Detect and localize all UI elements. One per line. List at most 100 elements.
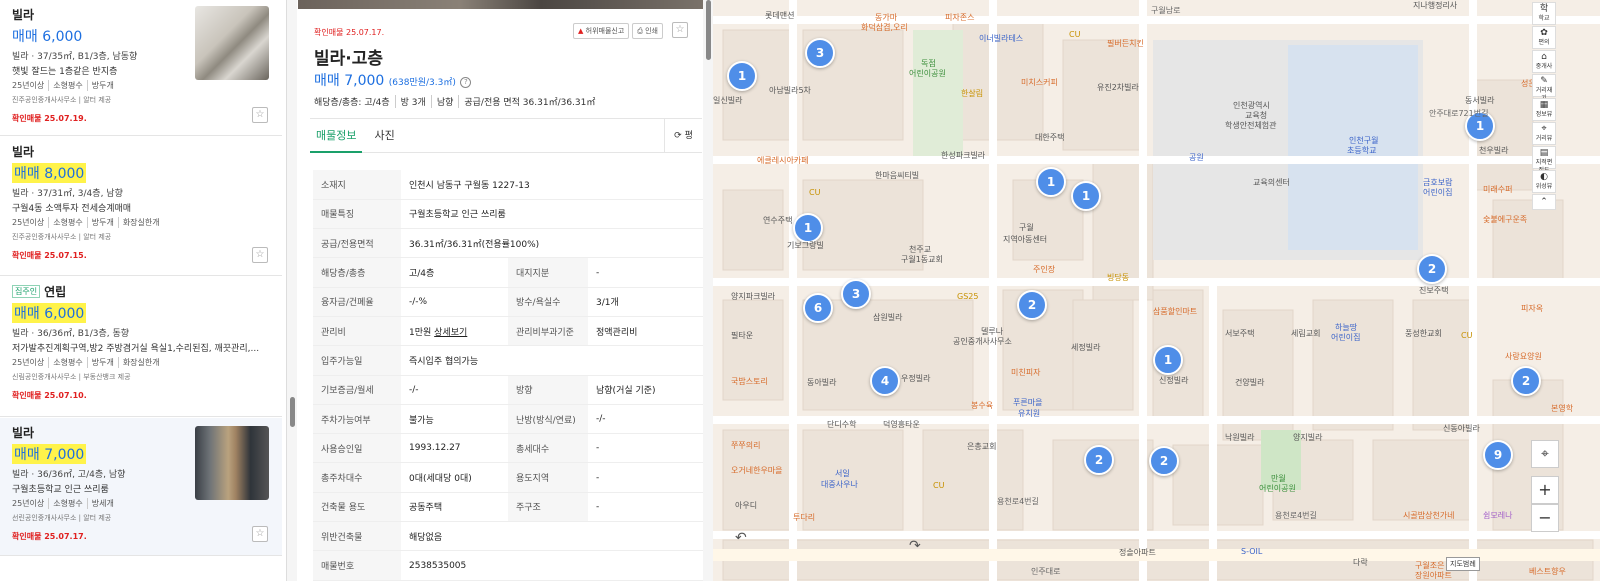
info-icon[interactable]: ? <box>460 77 472 88</box>
listing-info-table: 소재지 인천시 남동구 구월동 1227-13 매물특징 구월초등학교 인근 쓰… <box>313 170 703 581</box>
map-label: 미친피자 <box>1011 368 1041 377</box>
agent-tool-button[interactable]: ⌂ 중개사 <box>1532 50 1556 73</box>
map-label: 롯데맨션 <box>765 11 795 20</box>
map-label: 동아빌라 <box>807 378 837 387</box>
map-view[interactable]: 1 3 1 1 1 2 3 6 2 1 4 1 2 2 9 2 1 롯데맨션 동… <box>713 0 1600 581</box>
cadastral-tool-button[interactable]: ▤지적편집도 <box>1532 146 1556 174</box>
listing-cluster-marker[interactable]: 6 <box>803 293 833 323</box>
school-tool-button[interactable]: 학 학교 <box>1532 2 1556 25</box>
map-label: 어린이공원 <box>1259 484 1296 493</box>
favorite-star-icon[interactable]: ☆ <box>252 107 268 123</box>
table-row: 해당층/총층 고/4층 대지지분 - <box>313 257 703 288</box>
unit-toggle-button[interactable]: ⟳ 평 <box>664 119 702 153</box>
listing-cluster-marker[interactable]: 1 <box>727 61 757 91</box>
map-label: 본영학 <box>1551 404 1574 413</box>
map-label: 용천로4번길 <box>1275 511 1317 520</box>
map-label: 단디수학 <box>827 420 857 429</box>
list-scrollbar-thumb[interactable] <box>290 397 295 427</box>
zoom-out-button[interactable]: − <box>1531 504 1559 532</box>
map-label: 구월남로 <box>1151 6 1181 15</box>
collapse-tools-button[interactable]: ⌃ <box>1532 194 1556 210</box>
distance-tool-button[interactable]: ✎거리재기 <box>1532 74 1556 102</box>
map-label: 푸른마을 <box>1013 398 1043 407</box>
table-row: 사용승인일 1993.12.27 총세대수 - <box>313 433 703 464</box>
listing-confirmed: 확인매물 25.07.19. <box>12 114 87 123</box>
detail-scrollbar-thumb[interactable] <box>706 0 711 60</box>
listing-card[interactable]: 집주인 연립 매매 6,000 빌라 · 36/36㎡, B1/3층, 동향 저… <box>0 277 282 417</box>
info-key: 용도지역 <box>508 462 588 493</box>
info-key: 난방(방식/연료) <box>508 404 588 435</box>
zoom-in-button[interactable]: + <box>1531 476 1559 504</box>
map-label: 사랑요양원 <box>1505 352 1542 361</box>
convenience-tool-button[interactable]: ✿ 편의 <box>1532 26 1556 49</box>
report-label: 허위매물신고 <box>585 27 625 35</box>
tag: 소형평수 <box>48 357 86 368</box>
listing-cluster-marker[interactable]: 2 <box>1149 446 1179 476</box>
listing-cluster-marker[interactable]: 1 <box>1036 167 1066 197</box>
street-view-tool-button[interactable]: ⌖ 거리뷰 <box>1532 122 1556 145</box>
listing-type: 연립 <box>44 285 67 299</box>
listing-thumbnail[interactable] <box>195 426 269 500</box>
info-value: 1만원 상세보기 <box>401 316 508 347</box>
map-label: 어린이공원 <box>909 69 946 78</box>
redo-icon[interactable]: ↷ <box>909 538 921 554</box>
map-label: 구월 <box>1019 223 1034 232</box>
map-label: 쉼모레나 <box>1483 511 1513 520</box>
favorite-star-icon[interactable]: ☆ <box>672 22 688 38</box>
listing-agent: 신림공인중개사사무소 | 부동산뱅크 제공 <box>12 373 131 381</box>
info-value: - <box>588 492 703 523</box>
map-label: 진보주택 <box>1419 286 1449 295</box>
tab-photos[interactable]: 사진 <box>368 119 400 153</box>
listing-card[interactable]: 빌라 매매 8,000 빌라 · 37/31㎡, 3/4층, 남향 구월4동 소… <box>0 137 282 276</box>
list-scrollbar[interactable] <box>287 0 297 581</box>
info-value: -/-% <box>401 287 508 317</box>
info-value: 불가능 <box>401 404 508 435</box>
map-label: 한마음씨티빌 <box>875 171 920 180</box>
tab-listing-info[interactable]: 매물정보 <box>310 119 363 153</box>
info-key: 주구조 <box>508 492 588 523</box>
listing-cluster-marker[interactable]: 4 <box>870 366 900 396</box>
detail-photo[interactable] <box>298 0 703 9</box>
my-location-button[interactable]: ⌖ <box>1531 440 1559 468</box>
map-label: 정솔아파트 <box>1119 548 1156 557</box>
map-label: 피자옥 <box>1521 304 1544 313</box>
info-view-tool-button[interactable]: ▦ 정보뷰 <box>1532 98 1556 121</box>
listing-card-selected[interactable]: 빌라 매매 7,000 빌라 · 36/36㎡, 고/4층, 남향 구월초등학교… <box>0 418 282 556</box>
listing-cluster-marker[interactable]: 2 <box>1417 254 1447 284</box>
listing-cluster-marker[interactable]: 1 <box>1153 345 1183 375</box>
map-label: 우정빌라 <box>901 374 931 383</box>
satellite-tool-button[interactable]: ◐ 위성뷰 <box>1532 170 1556 193</box>
map-label: 학생안전체험관 <box>1225 121 1277 130</box>
map-label: 건양빌라 <box>1235 378 1265 387</box>
listing-cluster-marker[interactable]: 3 <box>841 279 871 309</box>
tag: 방세개 <box>86 498 118 509</box>
map-label: 일신빌라 <box>713 96 743 105</box>
listing-card[interactable]: 빌라 매매 6,000 빌라 · 37/35㎡, B1/3층, 남동향 햇빛 잘… <box>0 0 282 136</box>
map-label: 어린이집 <box>1423 188 1453 197</box>
map-legend-button[interactable]: 지도범례 <box>1446 557 1480 571</box>
map-label: 지역아동센터 <box>1003 235 1048 244</box>
detail-actions: ▲ 허위매물신고 ⎙ 인쇄 <box>573 23 663 39</box>
map-label: 연수주택 <box>763 216 793 225</box>
print-button[interactable]: ⎙ 인쇄 <box>632 23 663 39</box>
listing-cluster-marker[interactable]: 2 <box>1084 445 1114 475</box>
flower-icon: ✿ <box>1540 28 1548 38</box>
favorite-star-icon[interactable]: ☆ <box>252 526 268 542</box>
listing-thumbnail[interactable] <box>195 6 269 80</box>
map-label: 미래수퍼 <box>1483 185 1513 194</box>
report-button[interactable]: ▲ 허위매물신고 <box>573 23 630 39</box>
map-label: 양지빌라 <box>1293 433 1323 442</box>
info-value: 2538535005 <box>401 550 703 581</box>
listing-cluster-marker[interactable]: 1 <box>1071 181 1101 211</box>
listing-cluster-marker[interactable]: 2 <box>1511 366 1541 396</box>
favorite-star-icon[interactable]: ☆ <box>252 247 268 263</box>
listing-cluster-marker[interactable]: 9 <box>1483 440 1513 470</box>
undo-icon[interactable]: ↶ <box>735 530 747 546</box>
listing-cluster-marker[interactable]: 3 <box>805 38 835 68</box>
crosshair-icon: ⌖ <box>1541 446 1549 462</box>
listing-cluster-marker[interactable]: 2 <box>1017 290 1047 320</box>
detail-link[interactable]: 상세보기 <box>434 328 467 338</box>
table-row: 관리비 1만원 상세보기 관리비부과기준 정액관리비 <box>313 316 703 347</box>
listing-cluster-marker[interactable]: 1 <box>793 213 823 243</box>
detail-scrollbar[interactable] <box>703 0 713 581</box>
